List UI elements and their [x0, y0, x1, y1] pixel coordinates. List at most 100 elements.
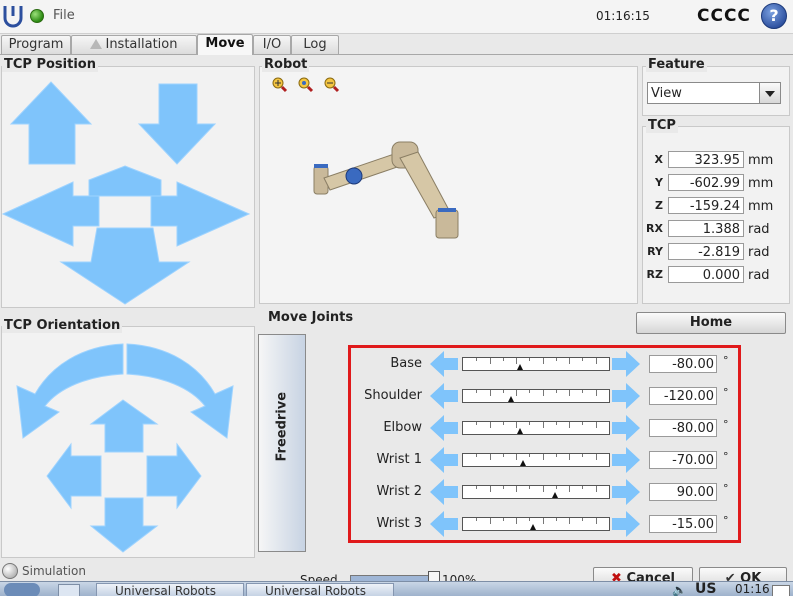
joint-shoulder-field[interactable]: -120.00 — [649, 387, 717, 405]
slider-tick — [596, 422, 597, 428]
joint-elbow-increase-arrow[interactable] — [612, 414, 642, 442]
slider-tick — [529, 518, 530, 521]
feature-select[interactable]: View — [647, 82, 781, 104]
tab-io[interactable]: I/O — [253, 35, 291, 54]
tcp-field-rx[interactable]: 1.388 — [668, 220, 744, 237]
taskbar-item-universal-robots-1[interactable]: Universal Robots — [96, 583, 244, 596]
tcp-label-x: X — [654, 153, 663, 166]
slider-tick — [516, 486, 517, 492]
joint-base-decrease-arrow[interactable] — [428, 350, 458, 378]
zoom-fit-icon[interactable] — [298, 77, 314, 93]
joint-wrist-2-increase-arrow[interactable] — [612, 478, 642, 506]
roll-up-arrow[interactable] — [89, 399, 159, 453]
slider-tick — [516, 454, 517, 460]
tcp-orientation-arrows — [16, 343, 234, 553]
joint-wrist-2-decrease-arrow[interactable] — [428, 478, 458, 506]
tcp-field-y[interactable]: -602.99 — [668, 174, 744, 191]
freedrive-button[interactable]: Freedrive — [258, 334, 306, 552]
joint-base-slider[interactable] — [462, 357, 610, 371]
feature-title: Feature — [646, 57, 707, 72]
keyboard-layout[interactable]: US — [695, 582, 716, 596]
volume-icon[interactable]: 🔈 — [672, 583, 687, 596]
slider-tick — [476, 390, 477, 393]
slider-tick — [516, 518, 517, 524]
joint-label-base: Base — [390, 356, 422, 371]
chevron-down-icon — [759, 83, 780, 103]
move-forward-arrow[interactable] — [88, 165, 162, 197]
roll-down-arrow[interactable] — [89, 497, 159, 553]
home-button[interactable]: Home — [636, 312, 786, 334]
zoom-out-icon[interactable] — [324, 77, 340, 93]
tcp-field-x[interactable]: 323.95 — [668, 151, 744, 168]
robot-name: CCCC — [697, 6, 751, 26]
move-backward-arrow[interactable] — [59, 227, 191, 305]
joint-wrist-1-slider-thumb[interactable] — [520, 460, 526, 466]
os-taskbar: Universal Robots Universal Robots 🔈 US 0… — [0, 581, 793, 596]
robot-view-title: Robot — [262, 57, 310, 72]
warning-icon — [90, 39, 103, 49]
joint-label-wrist-3: Wrist 3 — [376, 516, 423, 531]
move-up-arrow[interactable] — [9, 81, 93, 165]
joint-base-increase-arrow[interactable] — [612, 350, 642, 378]
tab-log[interactable]: Log — [291, 35, 339, 54]
joint-shoulder-slider-thumb[interactable] — [508, 396, 514, 402]
joint-elbow-decrease-arrow[interactable] — [428, 414, 458, 442]
slider-tick — [543, 422, 544, 428]
joint-wrist-2-slider-thumb[interactable] — [552, 492, 558, 498]
tcp-field-rz[interactable]: 0.000 — [668, 266, 744, 283]
zoom-in-icon[interactable] — [272, 77, 288, 93]
help-button[interactable]: ? — [761, 3, 787, 29]
slider-tick — [476, 358, 477, 361]
start-menu-icon[interactable] — [4, 583, 40, 596]
joint-shoulder-increase-arrow[interactable] — [612, 382, 642, 410]
joint-wrist-1-field[interactable]: -70.00 — [649, 451, 717, 469]
move-down-arrow[interactable] — [137, 83, 217, 165]
joint-base-slider-thumb[interactable] — [517, 364, 523, 370]
joint-elbow-slider[interactable] — [462, 421, 610, 435]
tab-move[interactable]: Move — [197, 34, 253, 55]
tab-program[interactable]: Program — [1, 35, 71, 54]
taskbar-item-universal-robots-2[interactable]: Universal Robots — [246, 583, 394, 596]
slider-tick — [543, 486, 544, 492]
tab-installation-label: Installation — [105, 37, 178, 52]
roll-left-arrow[interactable] — [46, 442, 102, 510]
system-tray-icon[interactable] — [772, 585, 790, 596]
file-menu[interactable]: File — [53, 8, 75, 23]
tcp-label-rz: RZ — [646, 268, 663, 281]
joint-shoulder-decrease-arrow[interactable] — [428, 382, 458, 410]
simulation-toggle-icon[interactable] — [2, 563, 18, 579]
slider-tick — [596, 358, 597, 364]
move-right-arrow[interactable] — [150, 181, 251, 247]
joint-wrist-3-slider-thumb[interactable] — [530, 524, 536, 530]
joint-elbow-slider-thumb[interactable] — [517, 428, 523, 434]
joint-wrist-2-field[interactable]: 90.00 — [649, 483, 717, 501]
joint-wrist-3-increase-arrow[interactable] — [612, 510, 642, 538]
joint-wrist-1-decrease-arrow[interactable] — [428, 446, 458, 474]
joint-elbow-field[interactable]: -80.00 — [649, 419, 717, 437]
slider-tick — [529, 454, 530, 457]
slider-tick — [596, 454, 597, 460]
tcp-field-ry[interactable]: -2.819 — [668, 243, 744, 260]
joint-wrist-3-field[interactable]: -15.00 — [649, 515, 717, 533]
slider-tick — [596, 486, 597, 492]
joint-wrist-1-slider[interactable] — [462, 453, 610, 467]
slider-tick — [569, 422, 570, 428]
move-joints-title: Move Joints — [266, 310, 356, 325]
roll-right-arrow[interactable] — [146, 442, 202, 510]
slider-tick — [569, 454, 570, 460]
joint-wrist-3-slider[interactable] — [462, 517, 610, 531]
title-bar: File 01:16:15 CCCC ? — [0, 0, 793, 34]
slider-tick — [503, 358, 504, 361]
joint-base-field[interactable]: -80.00 — [649, 355, 717, 373]
joint-shoulder-slider[interactable] — [462, 389, 610, 403]
move-left-arrow[interactable] — [1, 181, 100, 247]
slider-tick — [582, 454, 583, 457]
status-led-icon — [30, 9, 44, 23]
joint-wrist-2-slider[interactable] — [462, 485, 610, 499]
joint-wrist-1-increase-arrow[interactable] — [612, 446, 642, 474]
joint-elbow-unit: ° — [723, 418, 729, 431]
tab-installation[interactable]: Installation — [71, 35, 197, 54]
show-desktop-icon[interactable] — [58, 584, 80, 596]
tcp-field-z[interactable]: -159.24 — [668, 197, 744, 214]
joint-wrist-3-decrease-arrow[interactable] — [428, 510, 458, 538]
